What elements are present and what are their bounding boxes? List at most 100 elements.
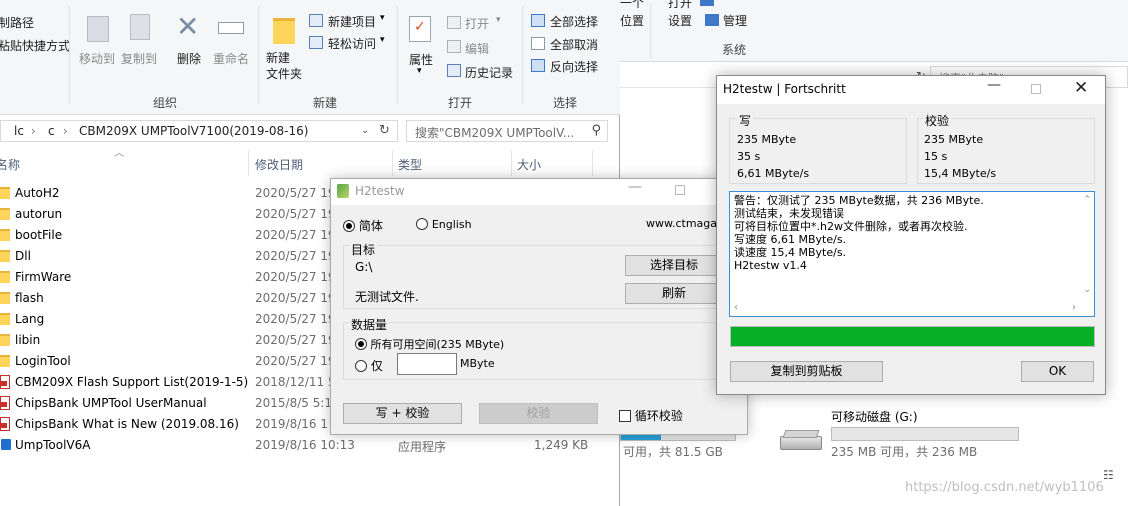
edit-button[interactable]: 编辑 [465, 40, 489, 57]
new-folder-button[interactable]: 新建 文件夹 [266, 50, 302, 82]
folder-icon [0, 229, 10, 241]
minimize-icon[interactable]: — [628, 179, 642, 195]
copy-to-icon [130, 14, 150, 40]
column-divider [392, 150, 393, 176]
file-name: bootFile [15, 228, 63, 242]
file-name: autorun [15, 207, 63, 221]
move-to-icon [87, 16, 109, 42]
loop-verify-label: 循环校验 [634, 409, 683, 423]
refresh-icon[interactable]: ↻ [379, 123, 390, 138]
file-date: 2018/12/11 5 [255, 375, 336, 389]
progress-bar [730, 326, 1095, 347]
ok-button[interactable]: OK [1021, 361, 1094, 382]
file-date: 2020/5/27 19 [255, 354, 336, 368]
properties-dropdown-icon[interactable]: ▾ [417, 66, 422, 76]
history-button[interactable]: 历史记录 [465, 64, 513, 81]
address-bar[interactable]: lc › c › CBM209X UMPToolV7100(2019-08-16… [0, 120, 398, 142]
file-date: 2020/5/27 19 [255, 312, 336, 326]
move-to-button[interactable]: 移动到 [79, 50, 115, 67]
log-line: 测试结束，未发现错误 [734, 207, 844, 220]
new-item-dropdown-icon[interactable]: ▾ [380, 13, 385, 23]
open-dropdown-icon[interactable]: ▾ [496, 15, 501, 25]
select-all-button[interactable]: 全部选择 [550, 13, 598, 30]
open-button[interactable]: 打开 [465, 15, 489, 32]
loop-verify-checkbox[interactable]: 循环校验 [619, 407, 683, 424]
lang-zh-radio[interactable]: 简体 [343, 217, 383, 234]
computer-icon [700, 0, 714, 6]
organize-group-label: 组织 [153, 96, 178, 110]
scroll-right-icon[interactable]: › [1072, 301, 1076, 314]
location-button[interactable]: 位置 [620, 12, 644, 29]
column-header-date[interactable]: 修改日期 [255, 156, 303, 173]
drive-g-name[interactable]: 可移动磁盘 (G:) [831, 408, 918, 425]
folder-icon [0, 250, 10, 262]
ribbon-divider [522, 6, 523, 104]
lang-en-label: English [431, 218, 472, 231]
easy-access-dropdown-icon[interactable]: ▾ [380, 35, 385, 45]
maximize-icon[interactable] [1031, 84, 1041, 94]
write-verify-button[interactable]: 写 + 校验 [343, 403, 462, 424]
search-icon: ⚲ [591, 123, 601, 138]
paste-shortcut-button[interactable]: 粘贴快捷方式 [0, 37, 70, 54]
history-icon [447, 64, 461, 77]
minimize-icon[interactable]: — [987, 77, 1001, 93]
invert-selection-button[interactable]: 反向选择 [550, 58, 598, 75]
breadcrumb-item[interactable]: CBM209X UMPToolV7100(2019-08-16) [79, 124, 308, 138]
sort-ascending-icon: ︿ [114, 148, 124, 159]
open-button[interactable]: 打开 [668, 0, 692, 11]
maximize-icon[interactable] [675, 185, 685, 195]
column-divider [248, 150, 249, 176]
manage-button[interactable]: 管理 [723, 12, 747, 29]
radio-unchecked-icon [416, 218, 428, 230]
no-test-files-text: 无测试文件. [355, 290, 419, 304]
delete-button[interactable]: 删除 [177, 50, 201, 67]
scroll-up-icon[interactable]: ⌃ [1083, 194, 1091, 207]
list-item[interactable]: UmpToolV6A 2019/8/16 10:13 应用程序 1,249 KB [0, 435, 620, 456]
view-toggle-icon[interactable]: ☷ [1103, 468, 1114, 482]
copy-path-button[interactable]: 制路径 [0, 14, 34, 31]
verify-button[interactable]: 校验 [479, 403, 598, 424]
column-header-size[interactable]: 大小 [517, 156, 541, 173]
select-none-button[interactable]: 全部取消 [550, 36, 598, 53]
settings-button[interactable]: 设置 [668, 12, 692, 29]
scroll-left-icon[interactable]: ‹ [734, 301, 738, 314]
search-input[interactable]: 搜索"CBM209X UMPToolV... ⚲ [406, 120, 608, 142]
column-header-name[interactable]: 名称 [0, 156, 20, 173]
file-date: 2015/8/5 5:1 [255, 396, 333, 410]
result-log[interactable]: 警告：仅测试了 235 MByte数据，共 236 MByte. 测试结束，未发… [729, 191, 1095, 317]
mbyte-unit: MByte [460, 357, 495, 370]
breadcrumb-separator-icon: › [31, 124, 36, 138]
folder-icon [0, 208, 10, 220]
new-item-button[interactable]: 新建项目 [328, 13, 376, 30]
new-group-label: 新建 [313, 96, 338, 110]
file-name: ChipsBank UMPTool UserManual [15, 396, 207, 410]
easy-access-button[interactable]: 轻松访问 [328, 35, 376, 52]
mbyte-input[interactable] [397, 353, 457, 375]
new-folder-icon [273, 18, 295, 44]
close-icon[interactable]: ✕ [1074, 78, 1088, 98]
file-date: 2020/5/27 19 [255, 270, 336, 284]
column-divider [592, 150, 593, 176]
write-amount: 235 MByte [737, 133, 797, 146]
select-target-button[interactable]: 选择目标 [625, 255, 723, 276]
lang-en-radio[interactable]: English [416, 217, 472, 231]
file-size: 1,249 KB [534, 438, 589, 452]
column-header-type[interactable]: 类型 [398, 156, 422, 173]
all-space-radio[interactable]: 所有可用空间(235 MByte) [355, 336, 504, 352]
file-name: UmpToolV6A [15, 438, 91, 452]
copy-clipboard-button[interactable]: 复制到剪贴板 [730, 361, 883, 382]
progress-titlebar[interactable]: H2testw | Fortschritt — ✕ [717, 76, 1105, 104]
h2testw-titlebar[interactable]: H2testw — [331, 179, 747, 205]
scroll-down-icon[interactable]: ⌄ [1083, 284, 1091, 297]
file-date: 2020/5/27 19 [255, 186, 336, 200]
copy-to-button[interactable]: 复制到 [121, 50, 157, 67]
refresh-button[interactable]: 刷新 [625, 283, 723, 304]
address-dropdown-icon[interactable]: ⌄ [361, 125, 369, 136]
breadcrumb-item[interactable]: lc [14, 124, 24, 138]
rename-button[interactable]: 重命名 [213, 50, 249, 67]
log-line: 可将目标位置中*.h2w文件删除，或者再次校验. [734, 220, 968, 233]
only-radio[interactable]: 仅 [355, 357, 383, 374]
search-placeholder: 搜索"CBM209X UMPToolV... [415, 126, 575, 140]
breadcrumb-item[interactable]: c [48, 124, 55, 138]
file-date: 2020/5/27 19 [255, 333, 336, 347]
